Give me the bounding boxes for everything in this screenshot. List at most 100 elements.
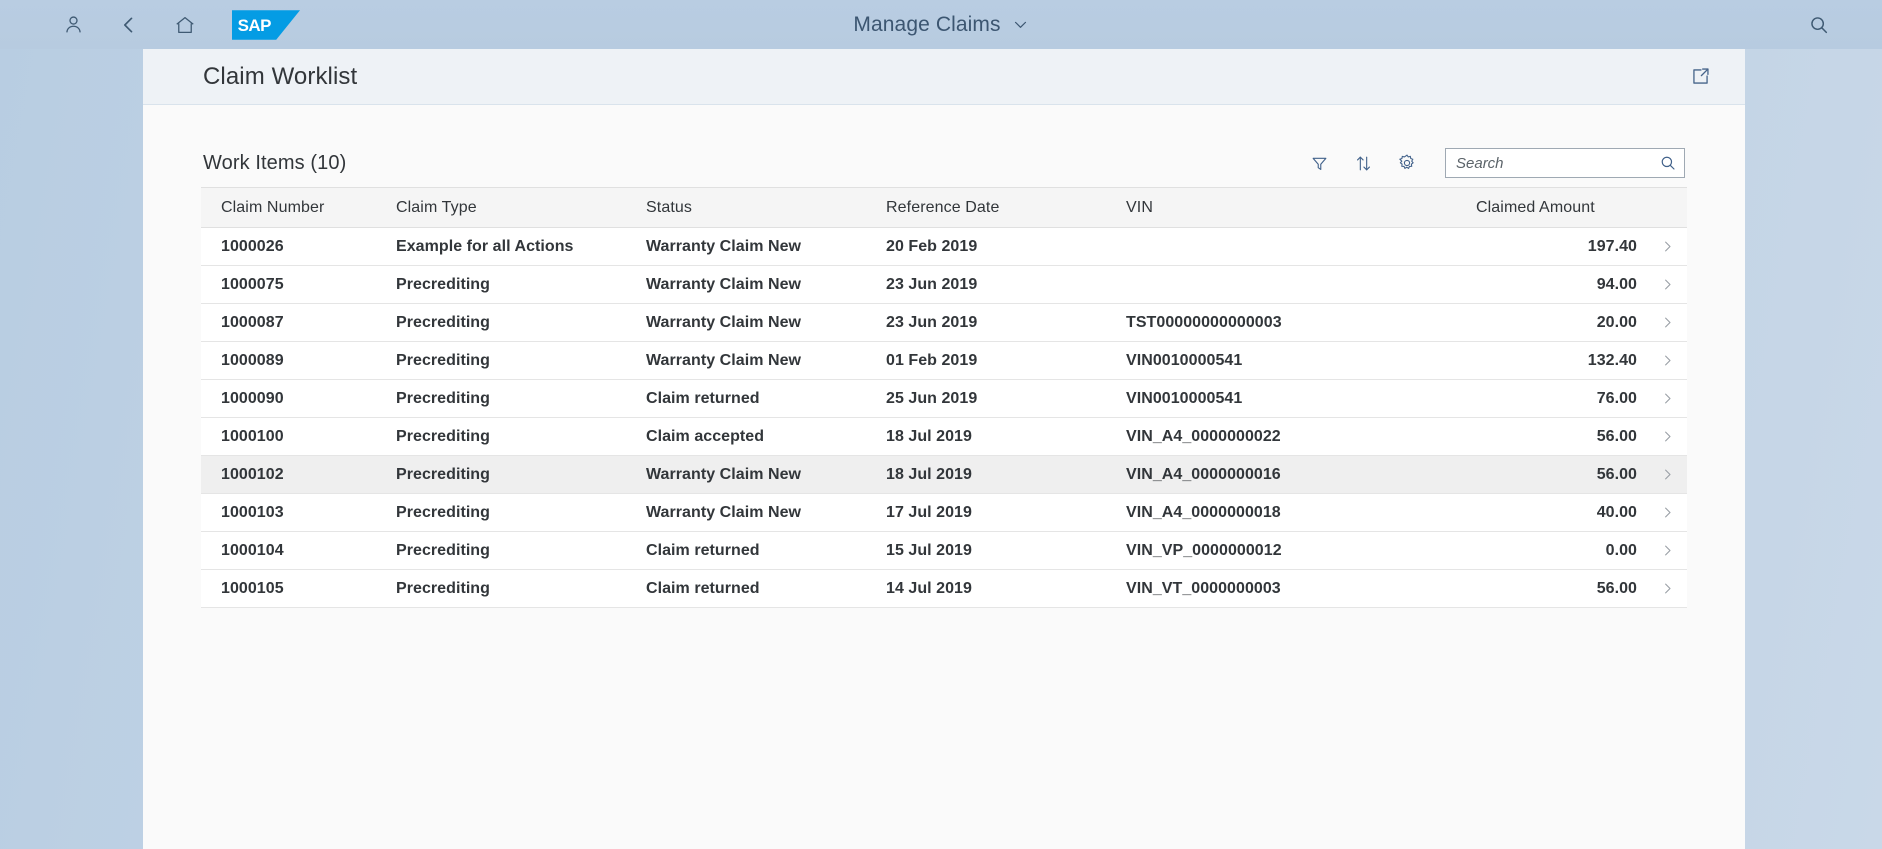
search-field-wrapper (1445, 148, 1685, 178)
cell-claim-number: 1000026 (201, 227, 386, 266)
cell-reference-date: 23 Jun 2019 (876, 265, 1116, 304)
search-icon[interactable] (1659, 154, 1677, 172)
cell-reference-date: 20 Feb 2019 (876, 227, 1116, 266)
share-export-icon[interactable] (1683, 60, 1717, 94)
cell-claimed-amount: 197.40 (1466, 227, 1647, 266)
column-header-claim-number[interactable]: Claim Number (201, 187, 386, 228)
cell-claim-type: Precrediting (386, 303, 636, 342)
table-row[interactable]: 1000087 Precrediting Warranty Claim New 23 … (201, 303, 1687, 342)
table-toolbar: Work Items (10) (201, 139, 1687, 187)
table-row[interactable]: 1000090 Precrediting Claim returned 25 Jun … (201, 379, 1687, 418)
row-navigation-cell[interactable] (1647, 417, 1687, 456)
chevron-right-icon[interactable] (1647, 228, 1687, 265)
table-row[interactable]: 1000089 Precrediting Warranty Claim New 01 … (201, 341, 1687, 380)
cell-status: Warranty Claim New (636, 227, 876, 266)
cell-vin: VIN_VT_0000000003 (1116, 569, 1466, 608)
filter-funnel-icon[interactable] (1303, 147, 1335, 179)
cell-status: Claim accepted (636, 417, 876, 456)
cell-claimed-amount: 20.00 (1466, 303, 1647, 342)
search-icon[interactable] (1804, 10, 1834, 40)
row-navigation-cell[interactable] (1647, 303, 1687, 342)
page-title: Claim Worklist (203, 62, 358, 90)
cell-reference-date: 14 Jul 2019 (876, 569, 1116, 608)
table-row[interactable]: 1000075 Precrediting Warranty Claim New 23 … (201, 265, 1687, 304)
cell-vin: VIN_A4_0000000016 (1116, 455, 1466, 494)
cell-claimed-amount: 132.40 (1466, 341, 1647, 380)
table-row[interactable]: 1000103 Precrediting Warranty Claim New 17 … (201, 493, 1687, 532)
sap-logo[interactable]: SAP (232, 9, 300, 40)
row-navigation-cell[interactable] (1647, 531, 1687, 570)
table-row[interactable]: 1000105 Precrediting Claim returned 14 Jul … (201, 569, 1687, 608)
home-icon[interactable] (170, 10, 200, 40)
table-row[interactable]: 1000102 Precrediting Warranty Claim New 18 … (201, 455, 1687, 494)
row-navigation-cell[interactable] (1647, 379, 1687, 418)
cell-vin: VIN_A4_0000000018 (1116, 493, 1466, 532)
cell-claim-number: 1000103 (201, 493, 386, 532)
table-body: 1000026 Example for all Actions Warranty C… (201, 227, 1687, 608)
user-icon[interactable] (58, 10, 88, 40)
cell-claimed-amount: 56.00 (1466, 455, 1647, 494)
table-row[interactable]: 1000026 Example for all Actions Warranty C… (201, 227, 1687, 266)
cell-claim-type: Precrediting (386, 379, 636, 418)
sort-arrows-icon[interactable] (1347, 147, 1379, 179)
chevron-right-icon[interactable] (1647, 380, 1687, 417)
row-navigation-cell[interactable] (1647, 455, 1687, 494)
cell-vin: VIN_A4_0000000022 (1116, 417, 1466, 456)
column-header-reference-date[interactable]: Reference Date (876, 187, 1116, 228)
cell-reference-date: 18 Jul 2019 (876, 417, 1116, 456)
table-header-row: Claim Number Claim Type Status Reference… (201, 187, 1687, 228)
chevron-right-icon[interactable] (1647, 304, 1687, 341)
cell-claim-type: Precrediting (386, 341, 636, 380)
cell-status: Warranty Claim New (636, 341, 876, 380)
cell-claim-number: 1000075 (201, 265, 386, 304)
chevron-down-icon[interactable] (1012, 16, 1029, 33)
table-header: Claim Number Claim Type Status Reference… (201, 187, 1687, 228)
gear-icon[interactable] (1391, 147, 1423, 179)
column-header-status[interactable]: Status (636, 187, 876, 228)
cell-status: Claim returned (636, 379, 876, 418)
chevron-right-icon[interactable] (1647, 456, 1687, 493)
cell-claim-type: Precrediting (386, 455, 636, 494)
row-navigation-cell[interactable] (1647, 493, 1687, 532)
cell-status: Claim returned (636, 531, 876, 570)
row-navigation-cell[interactable] (1647, 341, 1687, 380)
cell-status: Warranty Claim New (636, 455, 876, 494)
table-toolbar-actions (1303, 147, 1685, 179)
chevron-right-icon[interactable] (1647, 570, 1687, 607)
back-chevron-icon[interactable] (114, 10, 144, 40)
column-header-navigation (1647, 187, 1687, 228)
cell-claimed-amount: 56.00 (1466, 569, 1647, 608)
worklist-table-card: Work Items (10) Search Claim Number Clai… (201, 139, 1687, 608)
search-input[interactable] (1445, 148, 1685, 178)
cell-claim-type: Precrediting (386, 531, 636, 570)
cell-claim-number: 1000089 (201, 341, 386, 380)
cell-reference-date: 23 Jun 2019 (876, 303, 1116, 342)
column-header-claim-type[interactable]: Claim Type (386, 187, 636, 228)
page-header-actions (1683, 60, 1717, 94)
cell-claimed-amount: 56.00 (1466, 417, 1647, 456)
chevron-right-icon[interactable] (1647, 494, 1687, 531)
cell-vin (1116, 265, 1466, 304)
table-row[interactable]: 1000100 Precrediting Claim accepted 18 Jul … (201, 417, 1687, 456)
row-navigation-cell[interactable] (1647, 569, 1687, 608)
cell-claim-type: Precrediting (386, 493, 636, 532)
row-navigation-cell[interactable] (1647, 227, 1687, 266)
cell-claim-number: 1000105 (201, 569, 386, 608)
chevron-right-icon[interactable] (1647, 266, 1687, 303)
chevron-right-icon[interactable] (1647, 418, 1687, 455)
cell-claimed-amount: 94.00 (1466, 265, 1647, 304)
cell-reference-date: 25 Jun 2019 (876, 379, 1116, 418)
cell-vin: VIN_VP_0000000012 (1116, 531, 1466, 570)
shell-bar-left-group: SAP (20, 9, 300, 40)
cell-claim-type: Precrediting (386, 265, 636, 304)
table-row[interactable]: 1000104 Precrediting Claim returned 15 Jul … (201, 531, 1687, 570)
cell-claim-number: 1000090 (201, 379, 386, 418)
chevron-right-icon[interactable] (1647, 342, 1687, 379)
cell-claim-number: 1000087 (201, 303, 386, 342)
column-header-claimed-amount[interactable]: Claimed Amount (1466, 187, 1647, 228)
column-header-vin[interactable]: VIN (1116, 187, 1466, 228)
app-title[interactable]: Manage Claims (853, 13, 1000, 37)
chevron-right-icon[interactable] (1647, 532, 1687, 569)
row-navigation-cell[interactable] (1647, 265, 1687, 304)
cell-claimed-amount: 76.00 (1466, 379, 1647, 418)
